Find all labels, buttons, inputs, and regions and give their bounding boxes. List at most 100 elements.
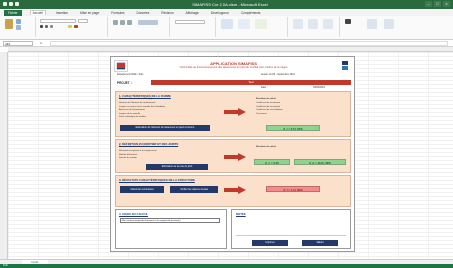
arrow-right-icon (224, 186, 246, 194)
section-1-result: Tassement (256, 112, 267, 115)
formula-input[interactable] (50, 41, 448, 46)
delete-cells-icon[interactable] (308, 19, 318, 29)
meta-left: Département R&D - Sols (117, 73, 144, 76)
title-bar: SIMAFISS Cor 2.0A.xlsm - Microsoft Excel… (0, 0, 453, 9)
notes-panel: NOTES Imprimer Valider (231, 209, 351, 249)
font-group (38, 17, 108, 37)
font-color-icon[interactable] (74, 25, 78, 28)
formula-bar: J44 fx (0, 40, 453, 47)
number-group (172, 17, 216, 37)
section-1-result-box: δ_t = 2.5 | 10% (266, 125, 320, 131)
section-1-line: Largeur au niveau de la semelle de la fo… (119, 105, 166, 108)
section-3-panel: 3. RÉSULTATS CARACTÉRISTIQUES DE LA STRU… (115, 175, 351, 207)
save-icon[interactable] (3, 2, 7, 6)
tab-review[interactable]: Révision (159, 11, 175, 15)
section-2-results-head: Résultats de calcul (256, 146, 276, 148)
section-1-line: Épaisseur de l'épaulement (119, 109, 145, 111)
find-select-icon[interactable] (384, 19, 394, 29)
close-icon[interactable]: × (443, 1, 450, 7)
paste-icon[interactable] (5, 19, 13, 29)
section-3-title: 3. RÉSULTATS CARACTÉRISTIQUES DE LA STRU… (119, 178, 195, 182)
cut-icon[interactable] (16, 19, 21, 24)
section-1-result: Coefficient de consolidation (256, 109, 283, 111)
tab-page-layout[interactable]: Mise en page (78, 11, 101, 15)
maximize-icon[interactable]: □ (434, 1, 441, 7)
conditional-format-icon[interactable] (221, 19, 233, 29)
company-logo-right (342, 61, 348, 70)
styles-group (218, 17, 288, 37)
alignment-group (110, 17, 170, 37)
ribbon-tabs: Fichier Accueil Insertion Mise en page F… (0, 9, 453, 16)
section-1-line: Largeur de la semelle (119, 112, 141, 115)
editing-group (342, 17, 402, 37)
app-subtitle: Outil d'aide au dimensionnement des tass… (179, 66, 288, 69)
print-button[interactable]: Imprimer (252, 240, 288, 246)
tab-data[interactable]: Données (135, 11, 152, 15)
tab-insert[interactable]: Insertion (54, 11, 70, 15)
font-select[interactable] (40, 19, 76, 23)
align-center-icon[interactable] (120, 20, 125, 25)
calc-choice-select[interactable]: Mur soutenu perpendiculairement à la nap… (120, 218, 220, 223)
tab-home[interactable]: Accueil (29, 10, 46, 15)
cells-group (290, 17, 340, 37)
arrow-right-icon (224, 153, 246, 161)
section-1-panel: 1. CARACTÉRISTIQUES DE LA FORME Données … (115, 91, 351, 137)
format-table-icon[interactable] (238, 19, 250, 29)
section-2-result-box-1: δ_c = 0.45 (254, 159, 290, 165)
section-2-subhead: Données d'entrée de calcul (119, 146, 148, 148)
meta-right: Auteur: E.F.B - Septembre 2012 (261, 73, 295, 76)
section-2-result-box-2: δ_d = 14.8 | 40% (294, 159, 346, 165)
fill-color-icon[interactable] (68, 25, 72, 28)
insert-cells-icon[interactable] (293, 19, 303, 29)
autosum-icon[interactable] (345, 19, 351, 24)
notes-title: NOTES (236, 212, 246, 216)
redo-icon[interactable] (15, 2, 19, 6)
status-bar: Prêt (0, 264, 453, 268)
estimate-joint-button[interactable]: Estimation de la cote du joint (146, 164, 208, 170)
align-left-icon[interactable] (113, 20, 118, 25)
wrap-text-icon[interactable] (138, 20, 158, 25)
notes-field[interactable] (236, 218, 346, 236)
fx-icon[interactable]: fx (40, 41, 42, 46)
window-title: SIMAFISS Cor 2.0A.xlsm - Microsoft Excel (192, 2, 268, 7)
copy-icon[interactable] (16, 25, 21, 30)
number-format-select[interactable] (175, 20, 205, 24)
verify-values-button[interactable]: Vérifier les valeurs d'essai (170, 186, 218, 193)
name-box[interactable]: J44 (3, 41, 33, 46)
clipboard-group (2, 17, 36, 37)
italic-icon[interactable] (45, 25, 48, 28)
calc-constraints-button[interactable]: Calcul des contraintes (120, 186, 164, 193)
window-controls: – □ × (425, 1, 450, 7)
font-size-select[interactable] (78, 19, 88, 23)
bold-icon[interactable] (40, 25, 43, 28)
estimate-tassement-button[interactable]: Estimation de l'élément de tassement en … (120, 125, 210, 131)
quick-access-toolbar[interactable] (3, 2, 19, 6)
tab-addins[interactable]: Compléments (239, 11, 263, 15)
section-1-subhead: Données d'entrée du remblai(s) (119, 98, 152, 100)
underline-icon[interactable] (50, 25, 53, 28)
simafiss-form: APPLICATION SIMAFISS Outil d'aide au dim… (110, 56, 355, 252)
section-2-line: Module d'élasticité (119, 153, 137, 156)
section-1-line: Poids volumique du remblai (119, 116, 146, 118)
section-2-line: Résistance moyenne à la compression (119, 150, 157, 152)
section-3-result-box: δ_f = 1.0 | 30% (266, 186, 320, 192)
tab-view[interactable]: Affichage (184, 11, 201, 15)
undo-icon[interactable] (9, 2, 13, 6)
validate-button[interactable]: Valider (302, 240, 338, 246)
project-input[interactable]: Test (151, 80, 351, 85)
tab-developer[interactable]: Développeur (209, 11, 231, 15)
section-4-panel: 4. CHOIX DU CALCUL Mur soutenu perpendic… (115, 209, 227, 249)
section-2-panel: 2. DÉFINITION DU MORTIER ET DES JOINTS D… (115, 139, 351, 173)
cell-styles-icon[interactable] (255, 19, 267, 29)
minimize-icon[interactable]: – (425, 1, 432, 7)
ribbon (0, 16, 453, 40)
section-1-results-head: Résultats de calcul (256, 98, 276, 100)
tab-file[interactable]: Fichier (4, 9, 22, 16)
section-1-line: Hauteur de l'élément de soutènement (119, 102, 156, 104)
tab-formulas[interactable]: Formules (109, 11, 126, 15)
format-cells-icon[interactable] (323, 19, 333, 29)
date-value[interactable]: 03/09/2013 (313, 86, 325, 89)
row-headers[interactable] (0, 52, 8, 259)
sort-filter-icon[interactable] (367, 19, 377, 29)
align-right-icon[interactable] (127, 20, 132, 25)
